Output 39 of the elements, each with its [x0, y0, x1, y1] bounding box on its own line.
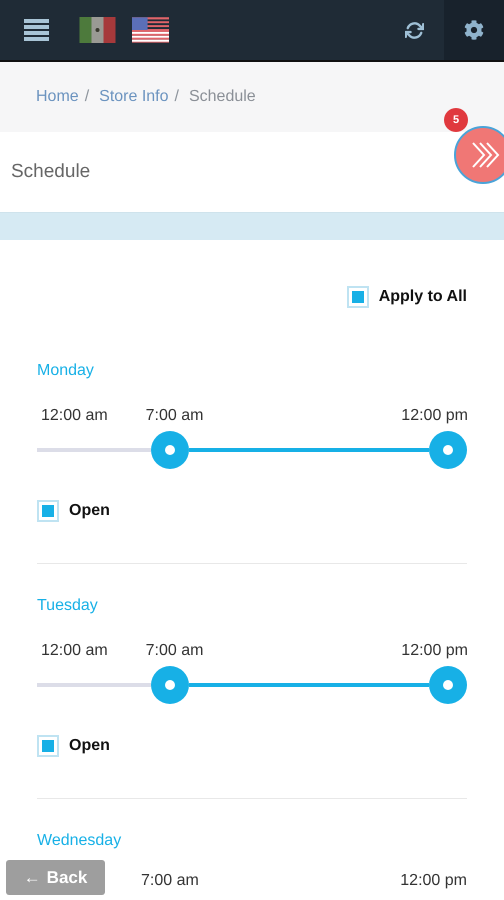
slider-handle[interactable] — [429, 431, 467, 469]
flag-icon[interactable] — [132, 17, 169, 43]
breadcrumb-separator: / — [84, 88, 90, 106]
slider-handle[interactable] — [150, 431, 189, 469]
day-name: Monday — [37, 362, 95, 380]
forward-button[interactable] — [454, 126, 504, 184]
handle-time-label: 12:00 pm — [401, 642, 468, 660]
checkbox-label: Open — [69, 502, 110, 520]
handle-time-label: 7:00 am — [146, 407, 204, 425]
checkbox[interactable]: Open — [37, 735, 467, 757]
breadcrumb-separator: / — [174, 88, 179, 106]
handle-time-label: 12:00 pm — [401, 407, 468, 425]
breadcrumb-link[interactable]: Schedule — [188, 88, 256, 106]
refresh-icon[interactable] — [405, 20, 424, 40]
breadcrumb-link[interactable]: Home — [36, 88, 79, 106]
time-range-slider[interactable] — [37, 666, 467, 704]
checkbox-label: Apply to All — [378, 288, 467, 306]
checkbox[interactable]: Open — [37, 500, 467, 522]
handle-time-label: 12:00 pm — [400, 872, 467, 890]
settings-icon[interactable] — [444, 0, 504, 60]
day-name: Wednesday — [37, 832, 122, 850]
checkbox-box[interactable] — [37, 735, 59, 757]
min-time-label: 12:00 am — [41, 642, 108, 660]
slider-handle[interactable] — [429, 666, 467, 704]
menu-icon[interactable] — [24, 19, 49, 41]
checkbox-box[interactable] — [37, 500, 59, 522]
checkbox-box[interactable] — [346, 286, 369, 308]
breadcrumb-link[interactable]: Store Info — [99, 88, 169, 106]
page-title: Schedule — [11, 161, 90, 183]
time-range-slider[interactable] — [37, 431, 467, 469]
day-name: Tuesday — [37, 597, 99, 615]
slider-handle[interactable] — [150, 666, 189, 704]
checkbox-label: Open — [69, 737, 110, 755]
checkbox[interactable]: Apply to All — [346, 286, 467, 308]
handle-time-label: 7:00 am — [146, 642, 204, 660]
chevrons-icon — [471, 141, 501, 169]
handle-time-label: 7:00 am — [141, 872, 199, 890]
min-time-label: 12:00 am — [41, 407, 108, 425]
back-button[interactable]: ← Back — [6, 860, 105, 895]
